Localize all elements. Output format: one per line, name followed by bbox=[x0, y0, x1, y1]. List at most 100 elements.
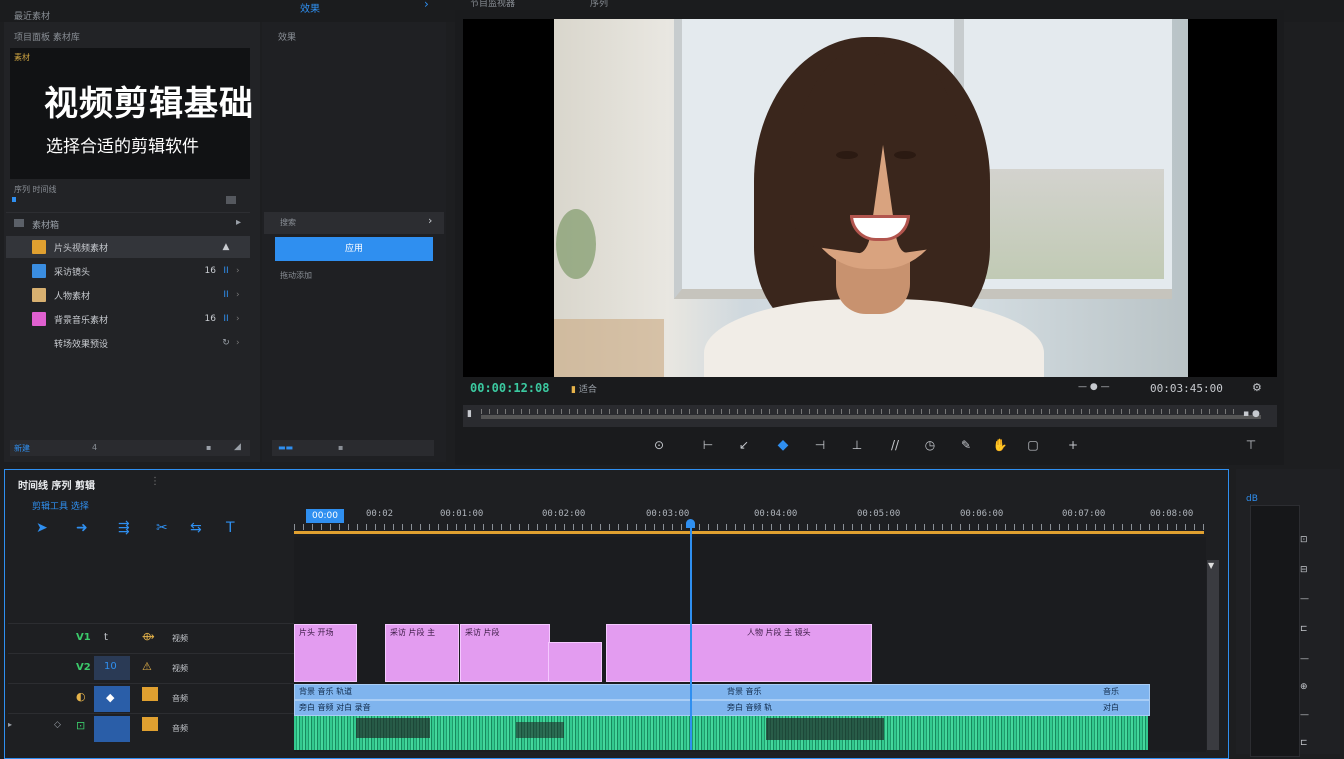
solo-toggle[interactable] bbox=[94, 716, 130, 742]
track-header-a1[interactable]: ◐ ◆ 音频 bbox=[8, 683, 294, 713]
bin-item-3[interactable]: 背景音乐素材 16 II › bbox=[6, 308, 250, 330]
audio-clip[interactable]: 旁白 音频 对白 录音 旁白 音频 轨 对白 bbox=[294, 700, 1150, 716]
keyframe-icon[interactable] bbox=[142, 717, 158, 731]
waveform-icon[interactable]: ⊡ bbox=[76, 719, 85, 732]
slip-tool-icon[interactable]: ⇆ bbox=[190, 520, 202, 536]
clip-label: 背景 音乐 轨道 bbox=[299, 687, 353, 696]
effects-tab[interactable]: 效果 bbox=[300, 0, 362, 15]
effects-search-input[interactable]: 搜索 › bbox=[264, 212, 444, 234]
work-area-bar[interactable] bbox=[294, 531, 1204, 534]
ruler-label: 00:06:00 bbox=[960, 509, 1004, 519]
scroll-down-icon[interactable]: ▼ bbox=[1208, 561, 1214, 570]
resize-handle-icon[interactable]: ◢ bbox=[234, 442, 241, 452]
expand-icon[interactable]: ▸ bbox=[8, 720, 12, 729]
mic-icon[interactable]: ◐ bbox=[76, 690, 86, 703]
chevron-right-icon[interactable]: › bbox=[236, 314, 250, 324]
video-clip[interactable]: 人物 片段 主 镜头 bbox=[606, 624, 872, 682]
mark-out-tool-icon[interactable]: ⊥ bbox=[849, 437, 865, 453]
video-clip[interactable] bbox=[548, 642, 602, 682]
bin-item-4[interactable]: 转场效果预设 ↻ › bbox=[6, 332, 250, 354]
sequence-icon[interactable] bbox=[226, 196, 236, 204]
title-card-thumbnail[interactable]: 素材 视频剪辑基础 选择合适的剪辑软件 bbox=[10, 48, 253, 179]
bin-item-0[interactable]: 片头视频素材 ▲ bbox=[6, 236, 250, 258]
program-tab[interactable]: 节目监视器 bbox=[470, 0, 515, 9]
clock-icon[interactable]: ◷ bbox=[922, 437, 938, 453]
type-tool-icon[interactable]: T bbox=[226, 520, 235, 536]
zoom-slider[interactable]: — ● — bbox=[1078, 382, 1110, 392]
meter-lock-icon[interactable]: ⊕ bbox=[1300, 682, 1318, 696]
ruler-label: 00:02:00 bbox=[542, 509, 586, 519]
sync-icon[interactable]: ⟴ bbox=[142, 630, 155, 643]
video-clip[interactable]: 采访 片段 bbox=[460, 624, 550, 682]
speaker-icon: ◆ bbox=[106, 691, 115, 704]
bin-item-label: 背景音乐素材 bbox=[54, 315, 109, 326]
chevron-right-icon[interactable]: › bbox=[236, 290, 250, 300]
mark-in-icon[interactable]: ▮ bbox=[467, 409, 472, 419]
bin-item-1[interactable]: 采访镜头 16 II › bbox=[6, 260, 250, 282]
clip-thumbnail-icon bbox=[32, 312, 46, 326]
timecode-left[interactable]: 00:00:12:08 bbox=[470, 381, 549, 395]
video-clip[interactable]: 片头 开场 bbox=[294, 624, 357, 682]
timecode-right[interactable]: 00:03:45:00 bbox=[1150, 382, 1223, 395]
step-back-icon[interactable]: ↙ bbox=[736, 437, 752, 453]
up-arrow-icon[interactable]: ▲ bbox=[216, 242, 236, 252]
audio-clip[interactable]: 背景 音乐 轨道 背景 音乐 音乐 bbox=[294, 684, 1150, 700]
refresh-icon[interactable]: ↻ bbox=[216, 338, 236, 348]
audio-gap bbox=[356, 718, 430, 738]
video-clip[interactable]: 采访 片段 主 bbox=[385, 624, 459, 682]
step-forward-icon[interactable]: ⊣ bbox=[812, 437, 828, 453]
track-header-a2[interactable]: ▸ ◇ ⊡ 音频 bbox=[8, 713, 294, 743]
bin-item-2[interactable]: 人物素材 II › bbox=[6, 284, 250, 306]
effects-footer-icon[interactable]: ▬▬ bbox=[278, 443, 293, 452]
chevron-right-icon[interactable]: › bbox=[428, 214, 432, 227]
fit-label: 适合 bbox=[578, 385, 597, 395]
playhead-line[interactable] bbox=[690, 526, 692, 750]
track-header-v2[interactable]: V1 t ⟴ 视频 bbox=[8, 623, 294, 653]
settings-icon[interactable]: ⚙ bbox=[1252, 381, 1262, 394]
clip-thumbnail-icon bbox=[32, 264, 46, 278]
meter-mute-icon[interactable]: ⊟ bbox=[1300, 565, 1318, 579]
title-card-badge: 素材 bbox=[14, 53, 30, 62]
new-item-button[interactable]: 新建 bbox=[14, 443, 30, 454]
play-icon[interactable]: ◆ bbox=[775, 437, 791, 453]
pen-icon[interactable]: ✎ bbox=[958, 437, 974, 453]
mark-out-icon[interactable]: ▪ ● bbox=[1243, 409, 1260, 419]
scrubber-ticks bbox=[481, 409, 1241, 414]
chevron-right-icon[interactable]: › bbox=[424, 0, 429, 11]
settings-wrench-icon[interactable]: ⊤ bbox=[1243, 437, 1259, 453]
timeline-menu-icon[interactable]: ⋮ bbox=[150, 476, 160, 487]
hand-icon[interactable]: ✋ bbox=[992, 437, 1008, 453]
warning-icon[interactable]: ⚠ bbox=[142, 660, 152, 673]
monitor-scrubber[interactable]: ▮ ▪ ● bbox=[463, 405, 1277, 427]
fit-dropdown[interactable]: ▮ 适合 bbox=[571, 382, 597, 395]
chevron-right-icon[interactable]: › bbox=[236, 266, 250, 276]
track-header-v1[interactable]: V2 10 ⚠ 视频 bbox=[8, 653, 294, 683]
razor-icon[interactable]: // bbox=[887, 437, 903, 453]
video-frame[interactable] bbox=[463, 19, 1277, 377]
current-time-box[interactable]: 00:00 bbox=[306, 509, 344, 523]
add-button-icon[interactable]: + bbox=[1065, 437, 1081, 453]
marker-icon[interactable]: ⊙ bbox=[651, 437, 667, 453]
track-select-icon[interactable]: ➜ bbox=[76, 520, 88, 536]
razor-tool-icon[interactable]: ✂ bbox=[156, 520, 168, 536]
project-footer bbox=[10, 440, 250, 456]
eye-right bbox=[894, 151, 916, 159]
bin-menu-icon[interactable]: ▸ bbox=[236, 217, 241, 228]
apply-button[interactable]: 应用 bbox=[275, 237, 433, 261]
export-frame-icon[interactable]: ▢ bbox=[1025, 437, 1041, 453]
lock-toggle[interactable]: 10 bbox=[94, 656, 130, 680]
ripple-edit-icon[interactable]: ⇶ bbox=[118, 520, 130, 536]
chevron-right-icon[interactable]: › bbox=[236, 338, 250, 348]
meter-solo-icon[interactable]: ⊡ bbox=[1300, 535, 1318, 549]
solo-toggle[interactable]: ◆ bbox=[94, 686, 130, 712]
timeline-scrollbar[interactable] bbox=[1207, 560, 1219, 750]
mark-in-tool-icon[interactable]: ⊢ bbox=[700, 437, 716, 453]
selection-tool-icon[interactable]: ➤ bbox=[36, 520, 48, 536]
keyframe-icon[interactable] bbox=[142, 687, 158, 701]
meter-marker-icon[interactable]: ⊏ bbox=[1300, 624, 1318, 638]
track-label: 视频 bbox=[172, 664, 188, 673]
lock-toggle[interactable]: t bbox=[104, 632, 108, 643]
target-icon[interactable]: ◇ bbox=[54, 720, 61, 730]
ruler-label: 00:02 bbox=[366, 509, 394, 519]
trash-icon[interactable]: ▪ bbox=[206, 443, 211, 452]
